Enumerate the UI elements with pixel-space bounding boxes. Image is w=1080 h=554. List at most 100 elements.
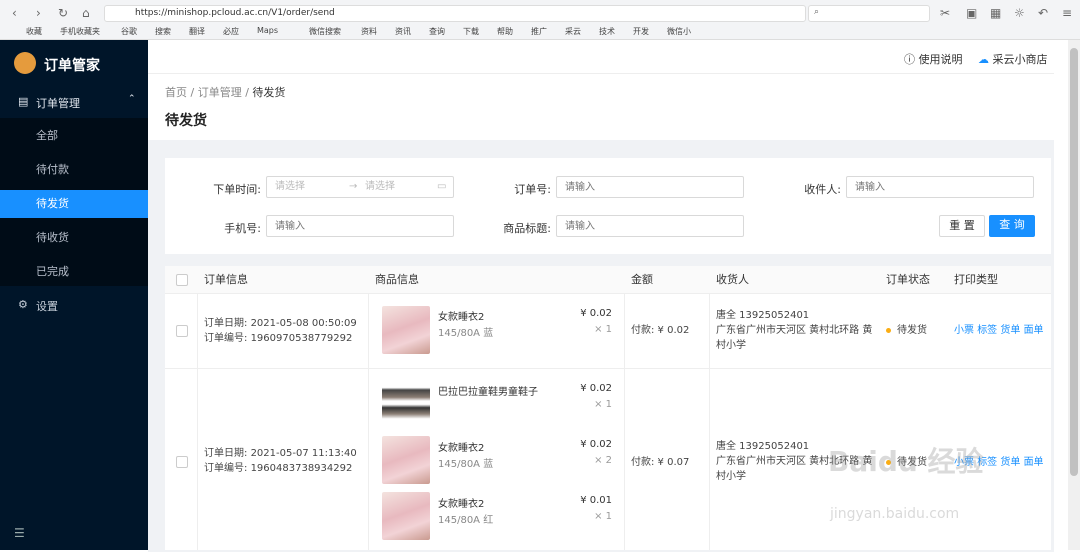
print-waybill-link[interactable]: 面单 xyxy=(1024,457,1044,468)
sidebar-item[interactable]: 待发货 xyxy=(0,190,148,218)
order-info: 订单日期: 2021-05-08 00:50:09 订单编号: 19609705… xyxy=(204,316,357,346)
search-button[interactable]: 查 询 xyxy=(989,215,1035,237)
order-no-label: 订单号: xyxy=(514,183,551,196)
bookmark-item[interactable]: Maps xyxy=(257,26,278,35)
reload-icon[interactable]: ↻ xyxy=(58,6,68,20)
sidebar-item[interactable]: 待付款 xyxy=(0,156,148,184)
address-url: https://minishop.pcloud.ac.cn/V1/order/s… xyxy=(135,8,335,18)
extension-icon[interactable]: ▣ xyxy=(966,6,977,20)
bookmark-item[interactable]: 查询 xyxy=(429,26,445,37)
order-no-label: 订单编号: xyxy=(204,463,248,474)
collapse-menu-icon[interactable]: ☰ xyxy=(14,526,25,540)
select-all-checkbox[interactable] xyxy=(176,274,188,286)
menu-order-management[interactable]: ▤ 订单管理 ⌃ xyxy=(0,92,148,114)
bookmark-item[interactable]: 技术 xyxy=(599,26,615,37)
reset-button[interactable]: 重 置 xyxy=(939,215,985,237)
sidebar: 订单管家 ▤ 订单管理 ⌃ 全部 待付款 待发货 待收货 已完成 ⚙ 设置 ☰ xyxy=(0,40,148,550)
print-invoice-link[interactable]: 货单 xyxy=(1000,325,1020,336)
browser-toolbar: ‹ › ↻ ⌂ https://minishop.pcloud.ac.cn/V1… xyxy=(0,0,1080,40)
breadcrumb-home[interactable]: 首页 xyxy=(165,86,187,99)
search-icon: ⌕ xyxy=(814,7,820,17)
print-receipt-link[interactable]: 小票 xyxy=(954,325,974,336)
page-title: 待发货 xyxy=(165,113,207,129)
bookmark-item[interactable]: 收藏 xyxy=(26,26,42,37)
date-range-picker[interactable]: 请选择 → 请选择 ▭ xyxy=(266,176,454,198)
help-icon: ⓘ xyxy=(904,53,915,66)
order-amount: 付款: ¥ 0.07 xyxy=(631,457,690,468)
breadcrumb-order[interactable]: 订单管理 xyxy=(198,86,242,99)
bookmark-item[interactable]: 手机收藏夹 xyxy=(60,26,100,37)
title-input[interactable] xyxy=(556,215,744,237)
order-time-label: 下单时间: xyxy=(213,183,261,196)
bookmark-item[interactable]: 帮助 xyxy=(497,26,513,37)
product-name: 女款睡衣2 xyxy=(438,499,485,510)
phone-input[interactable] xyxy=(266,215,454,237)
product-name: 女款睡衣2 xyxy=(438,443,485,454)
print-links: 小票 标签 货单 面单 xyxy=(954,323,1044,338)
bookmark-item[interactable]: 推广 xyxy=(531,26,547,37)
scrollbar[interactable] xyxy=(1068,40,1080,550)
product-sku: 145/80A 蓝 xyxy=(438,459,494,470)
phone-label: 手机号: xyxy=(224,222,261,235)
col-print-type: 打印类型 xyxy=(954,273,998,286)
product-name: 女款睡衣2 xyxy=(438,312,485,323)
address-bar[interactable]: https://minishop.pcloud.ac.cn/V1/order/s… xyxy=(104,5,806,22)
bookmark-item[interactable]: 开发 xyxy=(633,26,649,37)
product-sku: 145/80A 红 xyxy=(438,515,494,526)
bookmark-item[interactable]: 翻译 xyxy=(189,26,205,37)
order-no-input[interactable] xyxy=(556,176,744,198)
gear-icon: ⚙ xyxy=(18,298,28,311)
bookmark-item[interactable]: 微信小 xyxy=(667,26,691,37)
bookmark-item[interactable]: 搜索 xyxy=(155,26,171,37)
menu-settings-label: 设置 xyxy=(36,300,58,313)
order-info: 订单日期: 2021-05-07 11:13:40 订单编号: 19604837… xyxy=(204,446,357,476)
shop-link[interactable]: ☁ 采云小商店 xyxy=(978,51,1048,67)
bookmark-item[interactable]: 微信搜索 xyxy=(309,26,341,37)
scrollbar-thumb[interactable] xyxy=(1070,48,1078,476)
help-label: 使用说明 xyxy=(918,53,963,66)
bookmark-item[interactable]: 谷歌 xyxy=(121,26,137,37)
product-qty: × 1 xyxy=(594,399,612,410)
print-label-link[interactable]: 标签 xyxy=(977,325,997,336)
home-icon[interactable]: ⌂ xyxy=(82,6,90,20)
col-receiver: 收货人 xyxy=(716,273,749,286)
bookmark-item[interactable]: 资料 xyxy=(361,26,377,37)
menu-icon[interactable]: ≡ xyxy=(1062,6,1072,20)
forward-icon[interactable]: › xyxy=(36,6,41,20)
cut-icon[interactable]: ✂ xyxy=(940,6,950,20)
order-no-label: 订单编号: xyxy=(204,333,248,344)
filter-panel: 下单时间: 请选择 → 请选择 ▭ 订单号: 收件人: 手机号: 商品标题: 重… xyxy=(165,158,1051,254)
browser-search-input[interactable]: ⌕ xyxy=(808,5,930,22)
divider xyxy=(368,294,369,550)
start-date-input: 请选择 xyxy=(275,181,305,192)
sidebar-item[interactable]: 已完成 xyxy=(0,258,148,286)
help-link[interactable]: ⓘ 使用说明 xyxy=(904,51,963,67)
theme-icon[interactable]: ☼ xyxy=(1014,6,1025,20)
menu-settings[interactable]: ⚙ 设置 xyxy=(0,294,148,316)
product-image xyxy=(382,492,430,540)
back-icon[interactable]: ‹ xyxy=(12,6,17,20)
row-divider xyxy=(165,368,1051,369)
sidebar-item[interactable]: 待收货 xyxy=(0,224,148,252)
bookmark-item[interactable]: 资讯 xyxy=(395,26,411,37)
print-invoice-link[interactable]: 货单 xyxy=(1000,457,1020,468)
product-name: 巴拉巴拉童鞋男童鞋子 xyxy=(438,387,538,398)
row-checkbox[interactable] xyxy=(176,456,188,468)
breadcrumb: 首页 / 订单管理 / 待发货 xyxy=(165,86,286,99)
row-checkbox[interactable] xyxy=(176,325,188,337)
receiver-input[interactable] xyxy=(846,176,1034,198)
receiver-address: 广东省广州市天河区 黄村北环路 黄村小学 xyxy=(716,325,873,351)
col-order-info: 订单信息 xyxy=(204,273,248,286)
undo-icon[interactable]: ↶ xyxy=(1038,6,1048,20)
product-qty: × 1 xyxy=(594,324,612,335)
print-waybill-link[interactable]: 面单 xyxy=(1024,325,1044,336)
bookmark-item[interactable]: 采云 xyxy=(565,26,581,37)
sidebar-item[interactable]: 全部 xyxy=(0,122,148,150)
calendar-icon: ▭ xyxy=(437,181,447,192)
grid-icon[interactable]: ▦ xyxy=(990,6,1001,20)
bookmark-item[interactable]: 下载 xyxy=(463,26,479,37)
order-date: 2021-05-08 00:50:09 xyxy=(250,318,357,329)
arrow-right-icon: → xyxy=(349,181,358,192)
bookmark-item[interactable]: 必应 xyxy=(223,26,239,37)
watermark-url: jingyan.baidu.com xyxy=(830,506,960,522)
